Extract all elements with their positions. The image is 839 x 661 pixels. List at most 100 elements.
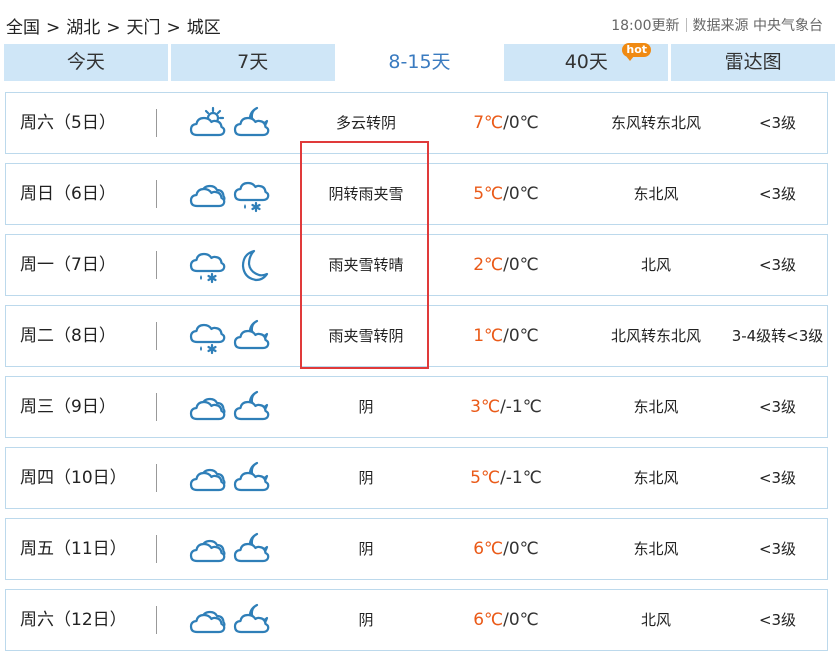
temperature-low: /0℃ [503, 255, 539, 275]
wind-level: <3级 [758, 611, 797, 629]
forecast-row: 周六（12日） 阴 6℃/0℃ 北风 <3级 [5, 589, 828, 651]
divider [156, 322, 157, 350]
temperature-high: 7℃ [473, 113, 504, 133]
forecast-date: 周三（9日） [20, 397, 116, 417]
weather-description: 阴转雨夹雪 [328, 185, 404, 203]
divider [156, 464, 157, 492]
overcast-icon [188, 389, 226, 427]
forecast-row: 周四（10日） 阴 5℃/-1℃ 东北风 <3级 [5, 447, 828, 509]
data-source: 数据来源 中央气象台 [692, 18, 823, 34]
forecast-list: 周六（5日） 多云转阴 7℃/0℃ 东风转东北风 <3级 周日（6日） 阴转雨夹… [5, 92, 828, 660]
weather-description: 阴 [358, 611, 374, 629]
weather-icons [188, 460, 272, 498]
update-info: 18:00更新 数据来源 中央气象台 [611, 15, 823, 35]
wind-direction: 东北风 [633, 398, 679, 416]
wind-level: <3级 [758, 114, 797, 132]
wind-direction: 东北风 [633, 469, 679, 487]
temperature: 1℃/0℃ [436, 306, 576, 366]
partly-cloudy-icon [188, 105, 226, 143]
forecast-row: 周三（9日） 阴 3℃/-1℃ 东北风 <3级 [5, 376, 828, 438]
weather-icons [188, 105, 272, 143]
temperature-high: 5℃ [473, 184, 504, 204]
breadcrumb-item-province[interactable]: 湖北 [66, 18, 100, 38]
wind-level: <3级 [758, 540, 797, 558]
cloudy-moon-icon [232, 531, 270, 569]
cloudy-moon-icon [232, 460, 270, 498]
weather-description: 雨夹雪转晴 [328, 256, 404, 274]
breadcrumb: 全国 > 湖北 > 天门 > 城区 [6, 13, 221, 38]
weather-icons [188, 318, 272, 356]
tab-8-15-days[interactable]: 8-15天 [337, 44, 502, 81]
cloudy-moon-icon [232, 602, 270, 640]
forecast-date: 周二（8日） [20, 326, 116, 346]
weather-description: 雨夹雪转阴 [328, 327, 404, 345]
overcast-icon [188, 531, 226, 569]
divider [156, 606, 157, 634]
breadcrumb-item-country[interactable]: 全国 [6, 18, 40, 38]
temperature: 6℃/0℃ [436, 519, 576, 579]
wind-level: 3-4级转<3级 [731, 327, 824, 345]
forecast-row: 周二（8日） 雨夹雪转阴 1℃/0℃ 北风转东北风 3-4级转<3级 [5, 305, 828, 367]
tab-today[interactable]: 今天 [4, 44, 168, 81]
divider [156, 109, 157, 137]
hot-badge: hot [622, 43, 652, 61]
temperature: 5℃/0℃ [436, 164, 576, 224]
forecast-row: 周五（11日） 阴 6℃/0℃ 东北风 <3级 [5, 518, 828, 580]
wind-level: <3级 [758, 256, 797, 274]
forecast-date: 周日（6日） [20, 184, 116, 204]
weather-icons [188, 531, 272, 569]
temperature-low: /0℃ [503, 539, 539, 559]
temperature-high: 1℃ [473, 326, 504, 346]
tab-40-days[interactable]: 40天 hot [504, 43, 669, 81]
cloudy-moon-icon [232, 389, 270, 427]
wind-level: <3级 [758, 469, 797, 487]
weather-description: 多云转阴 [335, 114, 396, 132]
cloudy-moon-icon [232, 105, 270, 143]
top-bar: 全国 > 湖北 > 天门 > 城区 18:00更新 数据来源 中央气象台 [0, 0, 839, 43]
wind-direction: 东北风 [633, 540, 679, 558]
breadcrumb-separator: > [106, 18, 121, 38]
divider [156, 535, 157, 563]
divider [156, 251, 157, 279]
wind-level: <3级 [758, 398, 797, 416]
divider [156, 393, 157, 421]
temperature-high: 6℃ [473, 539, 504, 559]
wind-direction: 东风转东北风 [610, 114, 701, 132]
tab-radar[interactable]: 雷达图 [671, 44, 835, 81]
temperature-low: /0℃ [503, 610, 539, 630]
breadcrumb-item-district: 城区 [186, 18, 221, 38]
weather-icons [188, 602, 272, 640]
tab-7-days[interactable]: 7天 [170, 44, 335, 81]
sleet-icon [232, 176, 270, 214]
temperature-low: /-1℃ [500, 468, 542, 488]
forecast-date: 周六（5日） [20, 113, 116, 133]
weather-icons [188, 176, 272, 214]
overcast-icon [188, 460, 226, 498]
cloudy-moon-icon [232, 318, 270, 356]
breadcrumb-item-city[interactable]: 天门 [127, 18, 161, 38]
temperature-low: /0℃ [503, 184, 539, 204]
temperature: 7℃/0℃ [436, 93, 576, 153]
temperature-low: /0℃ [503, 113, 539, 133]
sleet-icon [188, 247, 226, 285]
wind-direction: 北风 [640, 611, 671, 629]
update-time: 18:00更新 [611, 18, 680, 34]
tab-40-days-label: 40天 [564, 51, 608, 73]
weather-description: 阴 [358, 469, 374, 487]
wind-direction: 北风 [640, 256, 671, 274]
divider [685, 18, 687, 32]
temperature-high: 3℃ [470, 397, 501, 417]
wind-direction: 东北风 [633, 185, 679, 203]
forecast-row: 周六（5日） 多云转阴 7℃/0℃ 东风转东北风 <3级 [5, 92, 828, 154]
temperature-low: /0℃ [503, 326, 539, 346]
temperature-high: 2℃ [473, 255, 504, 275]
temperature: 6℃/0℃ [436, 590, 576, 650]
forecast-row: 周一（7日） 雨夹雪转晴 2℃/0℃ 北风 <3级 [5, 234, 828, 296]
forecast-tabs: 今天 7天 8-15天 40天 hot 雷达图 [4, 43, 835, 81]
weather-icons [188, 389, 272, 427]
temperature-high: 5℃ [470, 468, 501, 488]
forecast-date: 周五（11日） [20, 539, 127, 559]
overcast-icon [188, 176, 226, 214]
overcast-icon [188, 602, 226, 640]
weather-description: 阴 [358, 398, 374, 416]
